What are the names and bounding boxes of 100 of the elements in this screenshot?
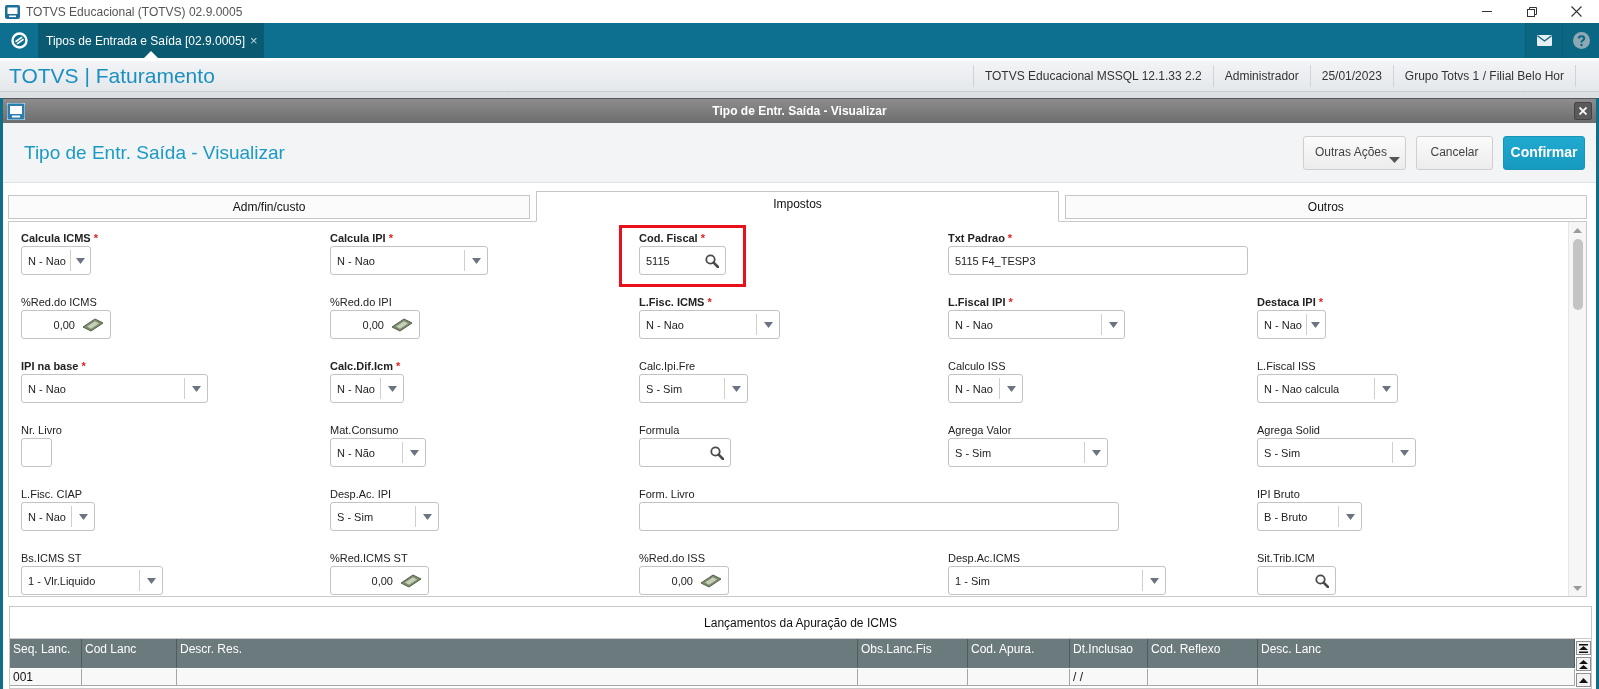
close-icon [1571,6,1582,17]
number-field[interactable]: 0,00 [330,310,420,339]
field-label: Formula [639,424,680,436]
caret-down-icon [1108,321,1118,328]
lookup-field[interactable] [639,438,731,467]
dropdown[interactable]: S - Sim [948,438,1108,467]
help-button[interactable] [1562,23,1599,58]
scroll-down-icon[interactable] [1573,586,1582,591]
banknote-icon[interactable] [700,573,722,588]
column-header: Cod. Apura. [968,639,1070,668]
tab[interactable]: Outros [1064,195,1587,219]
caret-down-icon [422,513,432,520]
number-field[interactable]: 0,00 [639,566,729,595]
dropdown[interactable]: N - Nao [639,310,780,339]
scroll-up-icon[interactable] [1573,228,1582,233]
banknote-icon[interactable] [82,317,104,332]
field-label: IPI na base [21,360,79,372]
field-label: Sit.Trib.ICM [1257,552,1315,564]
app-tab[interactable]: Tipos de Entrada e Saída [02.9.0005] × [38,23,264,58]
scroll-up-button[interactable] [1575,673,1591,687]
dropdown[interactable]: N - Nao [21,374,208,403]
dropdown[interactable]: S - Sim [639,374,748,403]
dropdown[interactable]: 1 - Sim [948,566,1166,595]
dropdown[interactable]: N - Nao [21,502,95,531]
field-label: L.Fisc. CIAP [21,488,83,500]
scroll-top-button[interactable] [1575,641,1591,655]
cancel-button[interactable]: Cancelar [1416,135,1493,170]
field-label: IPI Bruto [1257,488,1300,500]
table-cell: / / [1070,669,1148,686]
tab[interactable]: Impostos [536,191,1059,222]
actions-menu-button[interactable]: Outras Ações [1303,135,1406,170]
required-asterisk: * [700,232,705,244]
dialog-title: Tipo de Entr. Saída - Visualizar [711,104,888,118]
banknote-icon[interactable] [400,573,422,588]
up-arrow-icon [1578,677,1588,683]
dropdown[interactable]: S - Sim [330,502,439,531]
dropdown[interactable]: N - Nao [948,374,1023,403]
bar-up-arrow-icon [1578,643,1588,653]
caret-down-icon [1345,513,1355,520]
page-heading: Tipo de Entr. Saída - Visualizar [24,141,285,164]
dropdown[interactable]: B - Bruto [1257,502,1362,531]
caret-down-icon [1149,577,1159,584]
dialog-close-button[interactable] [1574,102,1592,120]
caret-down-icon [763,321,773,328]
logo-icon[interactable] [10,32,28,49]
table-cell: 001 [10,669,82,686]
required-asterisk: * [1008,296,1013,308]
grid-title: Lançamentos da Apuração de ICMS [704,615,897,630]
search-icon[interactable] [705,253,719,268]
caret-down-icon [1091,449,1101,456]
status-text: TOTVS Educacional MSSQL 12.1.33 2.2 [972,65,1213,87]
tab-close-button[interactable]: × [250,34,258,47]
mail-button[interactable] [1525,23,1562,58]
banknote-icon[interactable] [391,317,413,332]
input-field[interactable]: 5115 F4_TESP3 [948,246,1248,275]
column-header: Obs.Lanc.Fis [858,639,968,668]
dropdown[interactable]: 1 - Vlr.Liquido [21,566,163,595]
help-icon [1572,32,1590,49]
lookup-field[interactable] [1257,566,1336,595]
dropdown[interactable]: S - Sim [1257,438,1416,467]
required-asterisk: * [388,232,393,244]
field-label: Agrega Solid [1257,424,1320,436]
dropdown[interactable]: N - Nao calcula [1257,374,1398,403]
dropdown[interactable]: N - Nao [1257,310,1326,339]
field-label: Bs.ICMS ST [21,552,82,564]
search-icon[interactable] [710,445,724,460]
caret-down-icon [387,385,397,392]
app-icon [5,4,20,19]
lookup-field[interactable]: 5115 [639,246,726,275]
field-label: Desp.Ac. IPI [330,488,392,500]
dropdown[interactable]: N - Nao [21,246,91,275]
tab[interactable]: Adm/fin/custo [8,195,531,219]
scrollbar[interactable] [1568,222,1586,596]
field-label: Cod. Fiscal [639,232,698,244]
window-title: TOTVS Educacional (TOTVS) 02.9.0005 [26,4,243,19]
caret-down-icon [471,257,481,264]
scroll-thumb[interactable] [1572,239,1583,310]
number-field[interactable]: 0,00 [21,310,111,339]
required-asterisk: * [707,296,712,308]
number-field[interactable]: 0,00 [330,566,429,595]
field-label: Mat.Consumo [330,424,399,436]
dropdown[interactable]: N - Nao [330,374,404,403]
field-label: Calc.Dif.Icm [330,360,393,372]
input-field[interactable] [639,502,1119,531]
dropdown[interactable]: N - Nao [948,310,1125,339]
input-field[interactable] [21,438,52,467]
envelope-icon [1536,35,1552,46]
field-label: Txt Padrao [948,232,1005,244]
page-up-button[interactable] [1575,657,1591,671]
search-icon[interactable] [1315,573,1329,588]
field-label: Desp.Ac.ICMS [948,552,1021,564]
double-up-arrow-icon [1578,659,1588,669]
dropdown[interactable]: N - Não [330,438,426,467]
field-label: %Red.do ISS [639,552,706,564]
field-label: Nr. Livro [21,424,62,436]
required-asterisk: * [395,360,401,372]
window-icon [7,102,25,120]
required-asterisk: * [1318,296,1323,308]
dropdown[interactable]: N - Nao [330,246,488,275]
restore-icon [1526,6,1537,17]
